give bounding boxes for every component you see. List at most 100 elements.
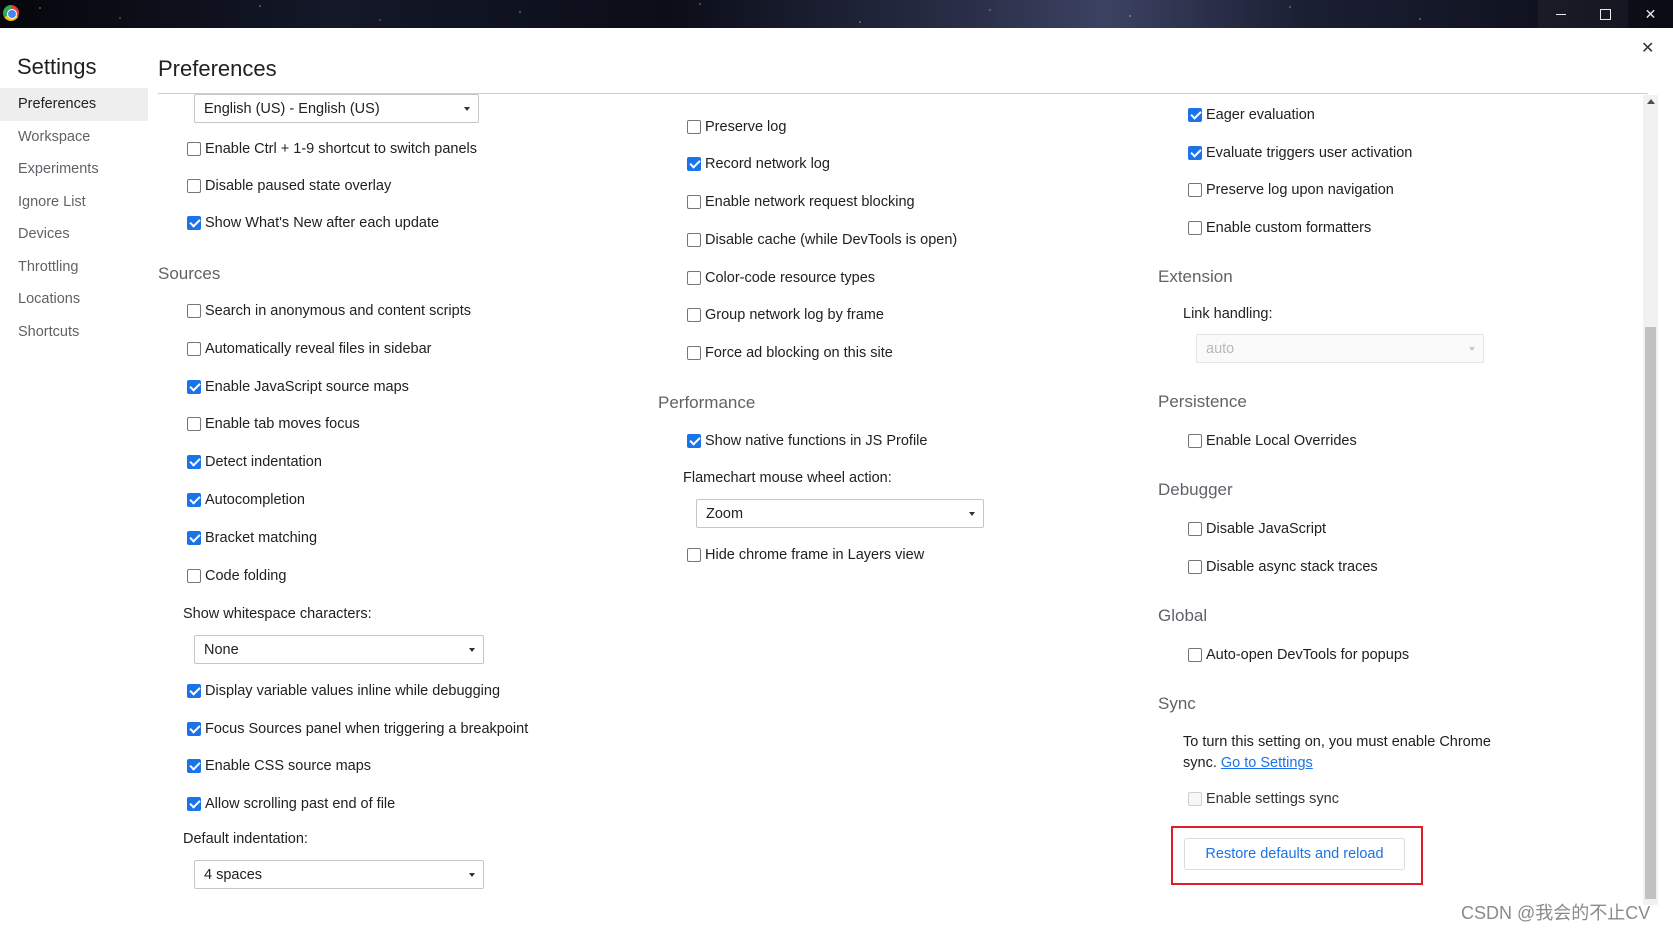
checkbox-box[interactable]: [187, 455, 201, 469]
checkbox-box[interactable]: [687, 157, 701, 171]
sidebar-item-shortcuts[interactable]: Shortcuts: [0, 316, 148, 349]
checkbox-request-blocking[interactable]: Enable network request blocking: [687, 192, 915, 212]
chevron-down-icon: [1469, 347, 1475, 351]
section-title-sources: Sources: [158, 264, 221, 283]
checkbox-tab-moves-focus[interactable]: Enable tab moves focus: [187, 414, 360, 434]
checkbox-box[interactable]: [1188, 648, 1202, 662]
checkbox-box[interactable]: [187, 722, 201, 736]
checkbox-box[interactable]: [687, 346, 701, 360]
settings-nav: Preferences Workspace Experiments Ignore…: [0, 88, 148, 348]
checkbox-box[interactable]: [187, 142, 201, 156]
restore-defaults-button[interactable]: Restore defaults and reload: [1184, 838, 1405, 870]
checkbox-show-whats-new[interactable]: Show What's New after each update: [187, 213, 439, 233]
checkbox-disable-async-traces[interactable]: Disable async stack traces: [1188, 557, 1378, 577]
checkbox-preserve-log[interactable]: Preserve log: [687, 117, 786, 137]
checkbox-label: Bracket matching: [205, 530, 318, 546]
flamechart-select-value: Zoom: [706, 505, 744, 522]
checkbox-label: Enable Local Overrides: [1206, 433, 1357, 449]
checkbox-box[interactable]: [187, 342, 201, 356]
maximize-icon[interactable]: [1583, 0, 1628, 28]
close-window-icon[interactable]: [1628, 0, 1673, 28]
checkbox-box[interactable]: [687, 548, 701, 562]
scroll-up-arrow-icon[interactable]: [1647, 99, 1655, 104]
checkbox-box[interactable]: [687, 308, 701, 322]
checkbox-label: Enable network request blocking: [705, 194, 915, 210]
go-to-settings-link[interactable]: Go to Settings: [1221, 755, 1313, 771]
checkbox-box[interactable]: [187, 380, 201, 394]
sidebar-item-ignore-list[interactable]: Ignore List: [0, 186, 148, 219]
flamechart-select[interactable]: Zoom: [696, 499, 984, 528]
sidebar-item-devices[interactable]: Devices: [0, 218, 148, 251]
sidebar-item-locations[interactable]: Locations: [0, 283, 148, 316]
checkbox-box[interactable]: [1188, 434, 1202, 448]
checkbox-custom-formatters[interactable]: Enable custom formatters: [1188, 218, 1371, 238]
checkbox-box[interactable]: [687, 120, 701, 134]
sidebar-item-preferences[interactable]: Preferences: [0, 88, 148, 121]
checkbox-label: Disable cache (while DevTools is open): [705, 232, 958, 248]
checkbox-box[interactable]: [187, 304, 201, 318]
checkbox-box[interactable]: [187, 417, 201, 431]
checkbox-box[interactable]: [187, 759, 201, 773]
checkbox-label: Search in anonymous and content scripts: [205, 303, 471, 319]
checkbox-detect-indentation[interactable]: Detect indentation: [187, 452, 322, 472]
checkbox-autocompletion[interactable]: Autocompletion: [187, 490, 305, 510]
checkbox-eager-evaluation[interactable]: Eager evaluation: [1188, 105, 1315, 125]
checkbox-scroll-past-end[interactable]: Allow scrolling past end of file: [187, 794, 395, 814]
checkbox-settings-sync: Enable settings sync: [1188, 789, 1339, 809]
checkbox-box[interactable]: [1188, 108, 1202, 122]
checkbox-disable-paused-overlay[interactable]: Disable paused state overlay: [187, 176, 391, 196]
checkbox-ad-blocking[interactable]: Force ad blocking on this site: [687, 343, 893, 363]
checkbox-label: Eager evaluation: [1206, 107, 1315, 123]
checkbox-focus-sources[interactable]: Focus Sources panel when triggering a br…: [187, 719, 528, 739]
close-icon[interactable]: ✕: [1641, 38, 1654, 58]
sidebar-item-throttling[interactable]: Throttling: [0, 251, 148, 284]
checkbox-auto-open-devtools[interactable]: Auto-open DevTools for popups: [1188, 645, 1409, 665]
checkbox-box[interactable]: [187, 684, 201, 698]
checkbox-box[interactable]: [687, 195, 701, 209]
whitespace-select[interactable]: None: [194, 635, 484, 664]
checkbox-disable-cache[interactable]: Disable cache (while DevTools is open): [687, 230, 957, 250]
sidebar-item-workspace[interactable]: Workspace: [0, 121, 148, 154]
checkbox-box[interactable]: [187, 179, 201, 193]
indentation-label: Default indentation:: [183, 831, 308, 847]
scrollbar-thumb[interactable]: [1645, 327, 1656, 899]
checkbox-color-code[interactable]: Color-code resource types: [687, 268, 875, 288]
checkbox-box[interactable]: [187, 493, 201, 507]
checkbox-box[interactable]: [187, 216, 201, 230]
checkbox-box[interactable]: [687, 271, 701, 285]
checkbox-label: Enable CSS source maps: [205, 758, 372, 774]
checkbox-js-source-maps[interactable]: Enable JavaScript source maps: [187, 377, 409, 397]
checkbox-box[interactable]: [1188, 560, 1202, 574]
checkbox-reveal-files[interactable]: Automatically reveal files in sidebar: [187, 339, 431, 359]
checkbox-css-source-maps[interactable]: Enable CSS source maps: [187, 756, 371, 776]
content-scrollbar[interactable]: [1643, 95, 1658, 905]
checkbox-bracket-matching[interactable]: Bracket matching: [187, 528, 317, 548]
checkbox-label: Autocompletion: [205, 492, 305, 508]
sidebar-item-experiments[interactable]: Experiments: [0, 153, 148, 186]
checkbox-box[interactable]: [1188, 146, 1202, 160]
checkbox-label: Code folding: [205, 568, 287, 584]
checkbox-native-functions[interactable]: Show native functions in JS Profile: [687, 431, 927, 451]
checkbox-preserve-log-navigation[interactable]: Preserve log upon navigation: [1188, 180, 1394, 200]
minimize-icon[interactable]: [1538, 0, 1583, 28]
checkbox-record-network-log[interactable]: Record network log: [687, 154, 830, 174]
language-select[interactable]: English (US) - English (US): [194, 94, 479, 123]
indentation-select[interactable]: 4 spaces: [194, 860, 484, 889]
checkbox-inline-values[interactable]: Display variable values inline while deb…: [187, 681, 500, 701]
checkbox-box[interactable]: [687, 434, 701, 448]
checkbox-box[interactable]: [1188, 221, 1202, 235]
checkbox-hide-chrome-frame[interactable]: Hide chrome frame in Layers view: [687, 545, 924, 565]
checkbox-ctrl-shortcut[interactable]: Enable Ctrl + 1-9 shortcut to switch pan…: [187, 139, 477, 159]
checkbox-group-by-frame[interactable]: Group network log by frame: [687, 305, 884, 325]
checkbox-box[interactable]: [1188, 522, 1202, 536]
checkbox-local-overrides[interactable]: Enable Local Overrides: [1188, 431, 1357, 451]
checkbox-disable-javascript[interactable]: Disable JavaScript: [1188, 519, 1326, 539]
checkbox-search-anonymous[interactable]: Search in anonymous and content scripts: [187, 301, 471, 321]
checkbox-user-activation[interactable]: Evaluate triggers user activation: [1188, 143, 1412, 163]
checkbox-box[interactable]: [187, 569, 201, 583]
checkbox-code-folding[interactable]: Code folding: [187, 566, 286, 586]
checkbox-box[interactable]: [687, 233, 701, 247]
checkbox-box[interactable]: [187, 797, 201, 811]
checkbox-box[interactable]: [1188, 183, 1202, 197]
checkbox-box[interactable]: [187, 531, 201, 545]
